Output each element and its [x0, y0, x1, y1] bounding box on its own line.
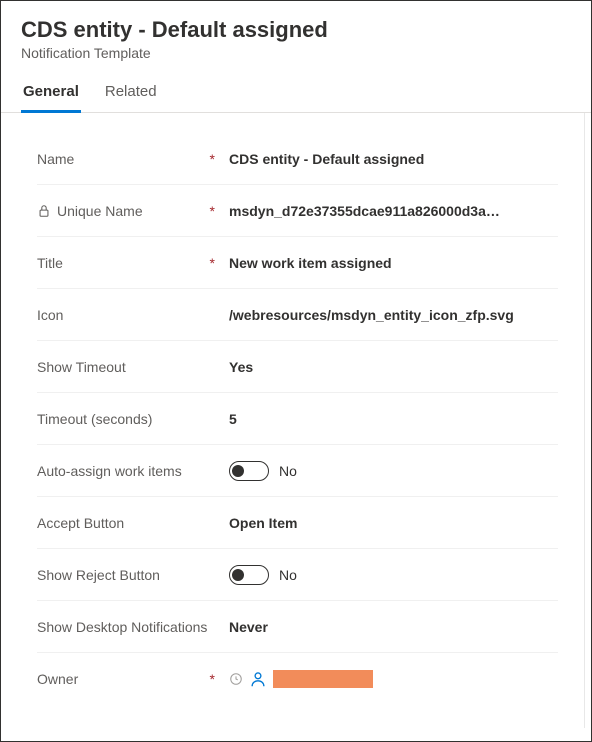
field-value-name[interactable]: CDS entity - Default assigned	[229, 151, 558, 167]
field-row-name: Name * CDS entity - Default assigned	[37, 133, 558, 185]
tab-general[interactable]: General	[21, 75, 81, 113]
field-value-show-timeout[interactable]: Yes	[229, 359, 558, 375]
field-label: Accept Button	[37, 515, 124, 531]
field-row-timeout: Timeout (seconds) 5	[37, 393, 558, 445]
toggle-label: No	[279, 463, 297, 479]
field-label: Owner	[37, 671, 78, 687]
field-value-owner[interactable]	[229, 670, 558, 688]
field-row-owner: Owner *	[37, 653, 558, 705]
toggle-show-reject[interactable]	[229, 565, 269, 585]
field-row-accept-button: Accept Button Open Item	[37, 497, 558, 549]
field-value-show-desktop[interactable]: Never	[229, 619, 558, 635]
required-marker: *	[210, 151, 215, 167]
field-value-accept-button[interactable]: Open Item	[229, 515, 558, 531]
owner-redacted	[273, 670, 373, 688]
field-label: Show Desktop Notifications	[37, 619, 207, 635]
field-label: Show Reject Button	[37, 567, 160, 583]
field-label: Unique Name	[57, 203, 143, 219]
field-label: Show Timeout	[37, 359, 126, 375]
person-icon	[249, 670, 267, 688]
field-label: Timeout (seconds)	[37, 411, 152, 427]
page-subtitle: Notification Template	[21, 45, 571, 61]
field-value-icon[interactable]: /webresources/msdyn_entity_icon_zfp.svg	[229, 307, 558, 323]
field-row-show-timeout: Show Timeout Yes	[37, 341, 558, 393]
lock-icon	[37, 204, 51, 218]
required-marker: *	[210, 255, 215, 271]
field-row-show-desktop: Show Desktop Notifications Never	[37, 601, 558, 653]
field-row-icon: Icon /webresources/msdyn_entity_icon_zfp…	[37, 289, 558, 341]
clock-icon	[229, 672, 243, 686]
field-row-show-reject: Show Reject Button No	[37, 549, 558, 601]
form-content: Name * CDS entity - Default assigned Uni…	[1, 113, 585, 728]
field-label: Name	[37, 151, 74, 167]
required-marker: *	[210, 671, 215, 687]
toggle-auto-assign[interactable]	[229, 461, 269, 481]
field-label: Icon	[37, 307, 63, 323]
page-title: CDS entity - Default assigned	[21, 17, 571, 43]
field-label: Auto-assign work items	[37, 463, 182, 479]
required-marker: *	[210, 203, 215, 219]
field-row-title: Title * New work item assigned	[37, 237, 558, 289]
field-row-auto-assign: Auto-assign work items No	[37, 445, 558, 497]
toggle-label: No	[279, 567, 297, 583]
field-value-unique-name: msdyn_d72e37355dcae911a826000d3a…	[229, 203, 558, 219]
tab-bar: General Related	[1, 75, 591, 113]
field-value-timeout[interactable]: 5	[229, 411, 558, 427]
tab-related[interactable]: Related	[103, 75, 159, 113]
field-row-unique-name: Unique Name * msdyn_d72e37355dcae911a826…	[37, 185, 558, 237]
field-value-title[interactable]: New work item assigned	[229, 255, 558, 271]
field-label: Title	[37, 255, 63, 271]
